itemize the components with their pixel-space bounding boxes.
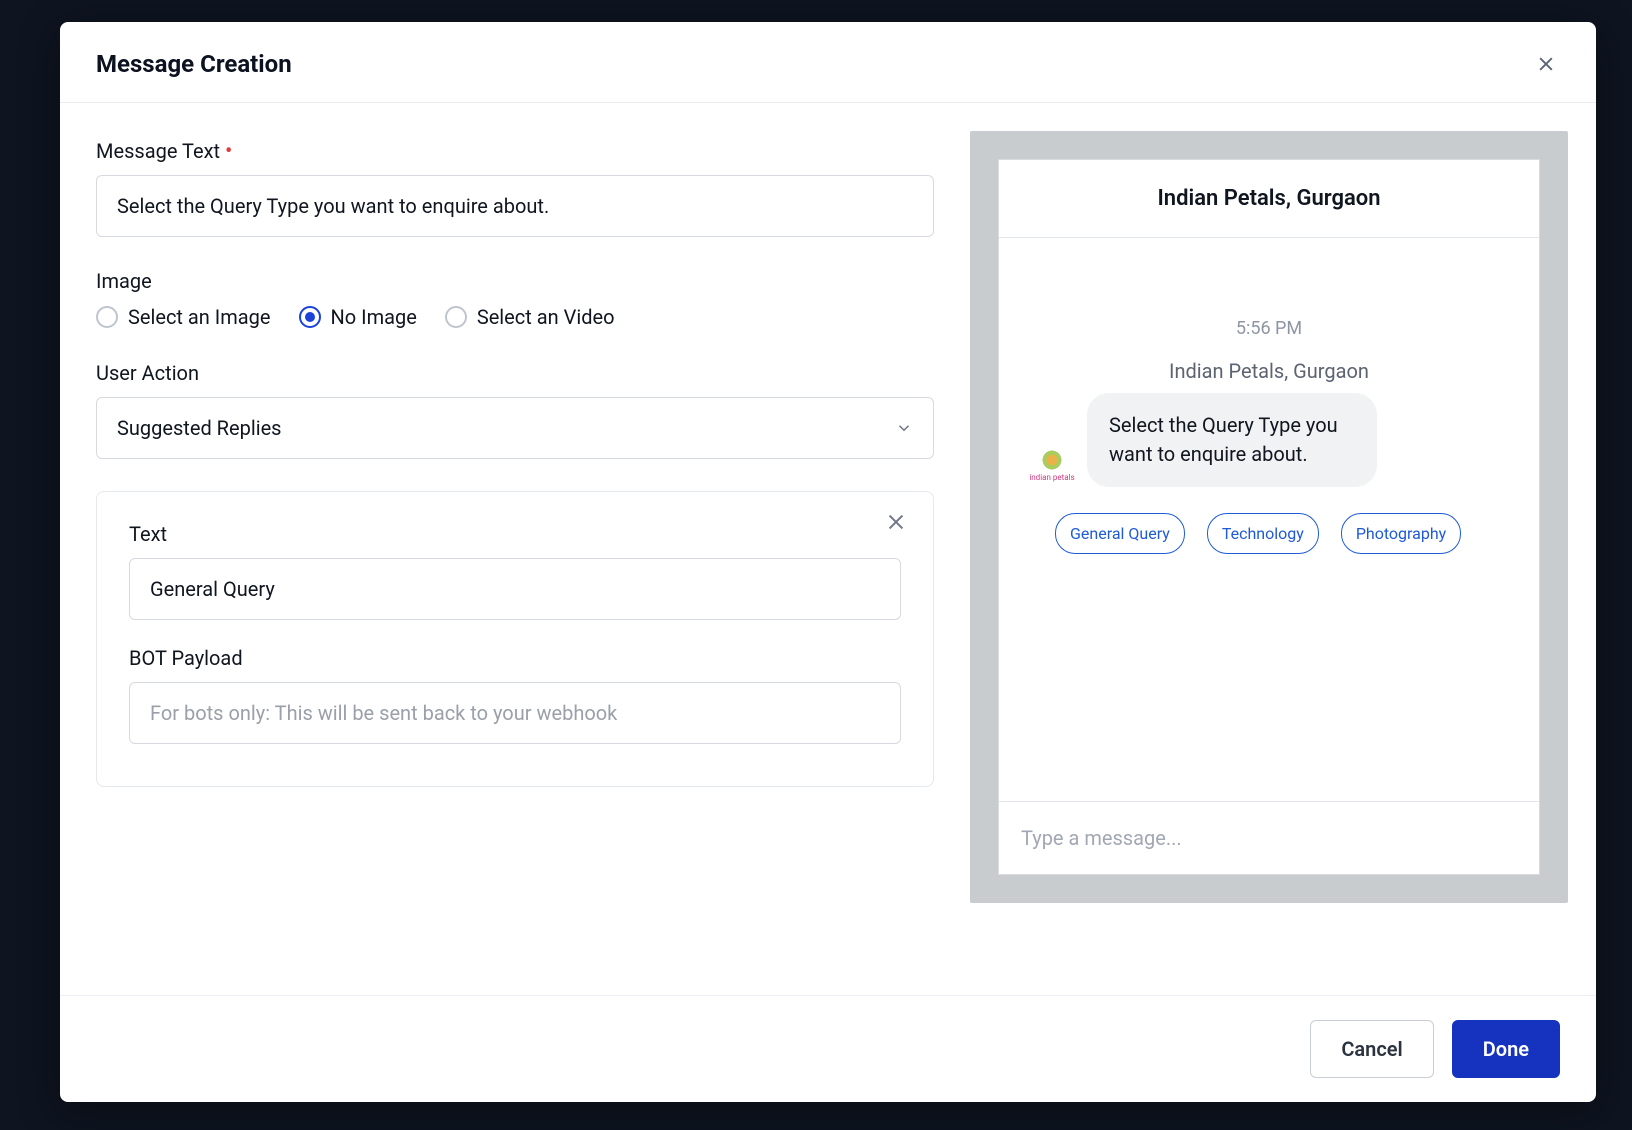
preview-sender: Indian Petals, Gurgaon <box>1023 359 1515 383</box>
preview-column: Indian Petals, Gurgaon 5:56 PM Indian Pe… <box>970 103 1596 995</box>
chip-general-query[interactable]: General Query <box>1055 513 1185 554</box>
radio-icon <box>445 306 467 328</box>
preview-chat: 5:56 PM Indian Petals, Gurgaon indian pe… <box>999 238 1539 801</box>
user-action-value: Suggested Replies <box>117 416 282 440</box>
reply-text-label: Text <box>129 522 901 546</box>
avatar-icon <box>1041 449 1063 471</box>
chevron-down-icon <box>895 419 913 437</box>
preview-time: 5:56 PM <box>1023 318 1515 339</box>
message-text-label: Message Text • <box>96 139 934 163</box>
user-action-label: User Action <box>96 361 934 385</box>
suggested-reply-card: Text BOT Payload <box>96 491 934 787</box>
message-text-input[interactable] <box>96 175 934 237</box>
modal-header: Message Creation <box>60 22 1596 103</box>
modal-body: Message Text • Image Select an Image No … <box>60 103 1596 995</box>
preview-bubble: Select the Query Type you want to enquir… <box>1087 393 1377 487</box>
image-group: Image Select an Image No Image Select an… <box>96 269 934 329</box>
radio-select-image[interactable]: Select an Image <box>96 305 271 329</box>
message-text-label-text: Message Text <box>96 139 220 163</box>
radio-icon <box>96 306 118 328</box>
preview-frame: Indian Petals, Gurgaon 5:56 PM Indian Pe… <box>970 131 1568 903</box>
radio-icon <box>299 306 321 328</box>
done-button[interactable]: Done <box>1452 1020 1560 1078</box>
reply-payload-input[interactable] <box>129 682 901 744</box>
chip-photography[interactable]: Photography <box>1341 513 1461 554</box>
radio-label: No Image <box>331 305 417 329</box>
preview-chips: General Query Technology Photography <box>1023 513 1515 554</box>
image-label: Image <box>96 269 934 293</box>
cancel-button[interactable]: Cancel <box>1310 1020 1433 1078</box>
modal-footer: Cancel Done <box>60 995 1596 1102</box>
preview-message-row: indian petals Select the Query Type you … <box>1023 393 1515 487</box>
avatar: indian petals <box>1023 443 1081 487</box>
form-column: Message Text • Image Select an Image No … <box>60 103 970 995</box>
radio-label: Select an Image <box>128 305 271 329</box>
preview-inner: Indian Petals, Gurgaon 5:56 PM Indian Pe… <box>998 159 1540 875</box>
user-action-select[interactable]: Suggested Replies <box>96 397 934 459</box>
avatar-label: indian petals <box>1029 473 1074 482</box>
required-indicator: • <box>225 139 232 164</box>
reply-text-input[interactable] <box>129 558 901 620</box>
remove-reply-button[interactable] <box>883 510 909 536</box>
message-creation-modal: Message Creation Message Text • Image Se… <box>60 22 1596 1102</box>
user-action-group: User Action Suggested Replies <box>96 361 934 459</box>
reply-text-group: Text <box>129 522 901 620</box>
close-icon <box>1536 54 1556 74</box>
reply-payload-group: BOT Payload <box>129 646 901 744</box>
radio-select-video[interactable]: Select an Video <box>445 305 615 329</box>
chip-technology[interactable]: Technology <box>1207 513 1319 554</box>
reply-payload-label: BOT Payload <box>129 646 901 670</box>
radio-label: Select an Video <box>477 305 615 329</box>
modal-title: Message Creation <box>96 50 292 78</box>
close-button[interactable] <box>1532 50 1560 78</box>
image-radio-row: Select an Image No Image Select an Video <box>96 305 934 329</box>
radio-no-image[interactable]: No Image <box>299 305 417 329</box>
preview-input-placeholder: Type a message... <box>999 801 1539 874</box>
preview-header: Indian Petals, Gurgaon <box>999 160 1539 238</box>
message-text-group: Message Text • <box>96 139 934 237</box>
close-icon <box>885 511 907 533</box>
